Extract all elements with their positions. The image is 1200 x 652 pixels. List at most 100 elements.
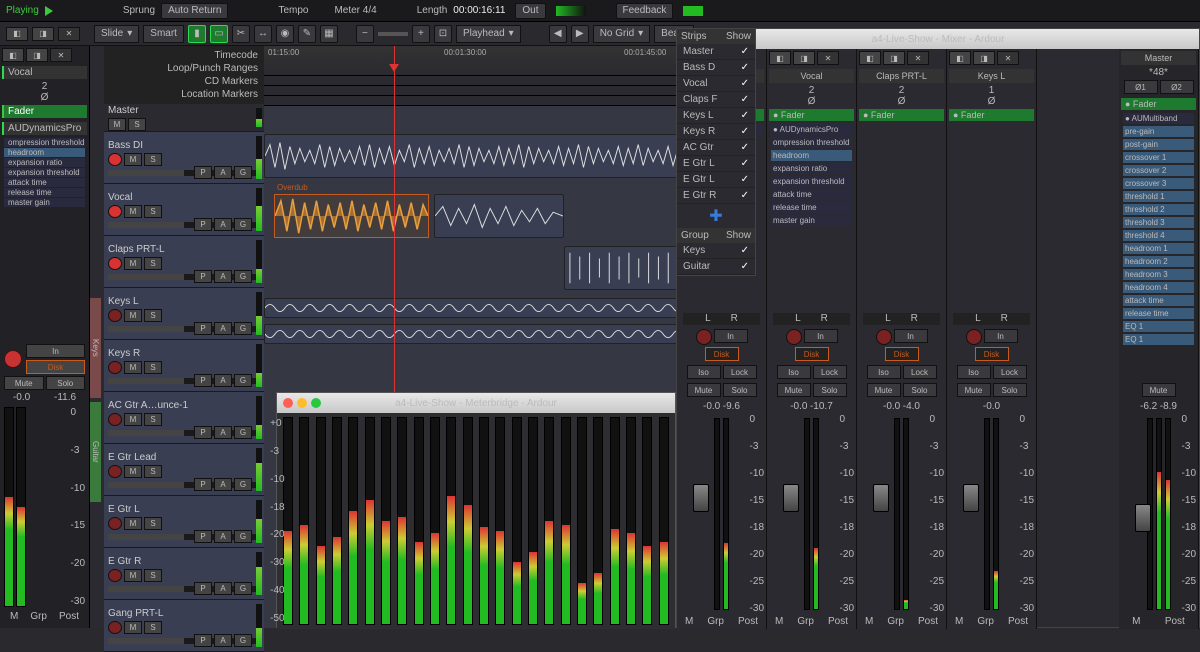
track-header[interactable]: Keys LMSPAG (104, 288, 264, 340)
strip-solo[interactable]: Solo (813, 383, 847, 397)
strip-pan[interactable]: LR (863, 313, 940, 325)
strip-out-icon[interactable]: ◨ (973, 51, 995, 65)
master-foot-m[interactable]: M (1132, 616, 1140, 627)
inspector-param[interactable]: expansion ratio (4, 158, 85, 167)
strip-phase[interactable]: Ø (947, 96, 1036, 107)
clip-keys-l[interactable] (264, 298, 684, 318)
track-p-button[interactable]: P (194, 374, 212, 387)
stretch-icon[interactable]: ↔ (254, 25, 272, 43)
track-g-button[interactable]: G (234, 634, 252, 647)
strip-close-icon[interactable]: ✕ (997, 51, 1019, 65)
foot-post[interactable]: Post (918, 616, 938, 627)
group-toggle-row[interactable]: Guitar✓ (677, 259, 755, 275)
inspector-param[interactable]: expansion threshold (4, 168, 85, 177)
strip-toggle-row[interactable]: Master✓ (677, 44, 755, 60)
master-param[interactable]: threshold 3 (1123, 217, 1194, 228)
strip-disk[interactable]: Disk (975, 347, 1009, 361)
strip-toggle-row[interactable]: Keys R✓ (677, 124, 755, 140)
track-m-button[interactable]: M (108, 118, 126, 131)
strip-rec[interactable] (696, 329, 712, 345)
slide-select[interactable]: Slide▾ (94, 25, 139, 43)
group-toggle-row[interactable]: Keys✓ (677, 243, 755, 259)
track-a-button[interactable]: A (214, 530, 232, 543)
track-s-button[interactable]: S (144, 413, 162, 426)
strip-toggle-row[interactable]: Claps F✓ (677, 92, 755, 108)
track-g-button[interactable]: G (234, 426, 252, 439)
strip-toggle-row[interactable]: E Gtr L✓ (677, 156, 755, 172)
track-g-button[interactable]: G (234, 478, 252, 491)
inspector-rec-button[interactable] (4, 350, 22, 368)
foot-m[interactable]: M (865, 616, 873, 627)
track-rec-button[interactable] (108, 517, 122, 530)
master-param[interactable]: post-gain (1123, 139, 1194, 150)
strip-phase[interactable]: Ø (857, 96, 946, 107)
strip-fader-label[interactable]: ● Fader (949, 109, 1034, 121)
playhead-select[interactable]: Playhead▾ (456, 25, 521, 43)
strip-toggle-row[interactable]: Vocal✓ (677, 76, 755, 92)
grid-select[interactable]: No Grid▾ (593, 25, 650, 43)
inspector-param[interactable]: master gain (4, 198, 85, 207)
master-param[interactable]: threshold 4 (1123, 230, 1194, 241)
track-s-button[interactable]: S (144, 465, 162, 478)
strip-param[interactable]: expansion ratio (771, 163, 852, 174)
mode-btn-1[interactable]: ▮ (188, 25, 206, 43)
strip-plugin[interactable]: ● AUDynamicsPro (771, 124, 852, 135)
fader-knob[interactable] (783, 484, 799, 512)
mb-close-icon[interactable] (283, 398, 293, 408)
foot-m[interactable]: M (955, 616, 963, 627)
strip-solo[interactable]: Solo (993, 383, 1027, 397)
foot-grp[interactable]: Grp (887, 616, 904, 627)
strip-iso[interactable]: Iso (957, 365, 991, 379)
track-header[interactable]: E Gtr LeadMSPAG (104, 444, 264, 496)
strip-name[interactable]: Claps PRT-L (859, 69, 944, 83)
track-p-button[interactable]: P (194, 426, 212, 439)
strip-pan[interactable]: LR (953, 313, 1030, 325)
strip-solo[interactable]: Solo (903, 383, 937, 397)
track-p-button[interactable]: P (194, 270, 212, 283)
inspector-param[interactable]: ompression threshold (4, 138, 85, 147)
hdr-btn-2[interactable]: ◨ (26, 48, 48, 62)
track-a-button[interactable]: A (214, 634, 232, 647)
strip-iso[interactable]: Iso (867, 365, 901, 379)
inspector-foot-post[interactable]: Post (59, 611, 79, 622)
zoom-fit-icon[interactable]: ⊡ (434, 25, 452, 43)
fader-slot[interactable] (984, 418, 990, 610)
track-g-button[interactable]: G (234, 582, 252, 595)
track-s-button[interactable]: S (144, 621, 162, 634)
cut-icon[interactable]: ✂ (232, 25, 250, 43)
inspector-in-button[interactable]: In (26, 344, 85, 358)
master-param[interactable]: headroom 4 (1123, 282, 1194, 293)
clip-vocal-2[interactable] (434, 194, 564, 238)
inspector-foot-m[interactable]: M (10, 611, 18, 622)
foot-post[interactable]: Post (1008, 616, 1028, 627)
strip-rec[interactable] (876, 329, 892, 345)
clip-claps[interactable]: Claps PRT (564, 246, 684, 290)
strip-mute[interactable]: Mute (957, 383, 991, 397)
inspector-disk-button[interactable]: Disk (26, 360, 85, 374)
tool-btn-1[interactable]: ◧ (6, 27, 28, 41)
inspector-mute-button[interactable]: Mute (4, 376, 44, 390)
track-header[interactable]: MasterMS (104, 104, 264, 132)
strip-toggle-row[interactable]: AC Gtr✓ (677, 140, 755, 156)
master-fader-knob[interactable] (1135, 504, 1151, 532)
strip-disk[interactable]: Disk (795, 347, 829, 361)
inspector-param[interactable]: release time (4, 188, 85, 197)
track-g-button[interactable]: G (234, 218, 252, 231)
strip-iso[interactable]: Iso (777, 365, 811, 379)
track-g-button[interactable]: G (234, 270, 252, 283)
clip-bass[interactable] (264, 134, 684, 178)
meterbridge-titlebar[interactable]: a4-Live-Show - Meterbridge - Ardour (277, 393, 675, 413)
track-header[interactable]: Keys RMSPAG (104, 340, 264, 392)
track-header[interactable]: E Gtr RMSPAG (104, 548, 264, 600)
master-param[interactable]: pre-gain (1123, 126, 1194, 137)
track-rec-button[interactable] (108, 621, 122, 634)
strip-lock[interactable]: Lock (903, 365, 937, 379)
track-rec-button[interactable] (108, 257, 122, 270)
strip-solo[interactable]: Solo (723, 383, 757, 397)
track-a-button[interactable]: A (214, 322, 232, 335)
group-keys[interactable]: Keys (90, 298, 101, 398)
track-s-button[interactable]: S (144, 309, 162, 322)
master-param[interactable]: headroom 3 (1123, 269, 1194, 280)
track-g-button[interactable]: G (234, 374, 252, 387)
master-param[interactable]: headroom 2 (1123, 256, 1194, 267)
